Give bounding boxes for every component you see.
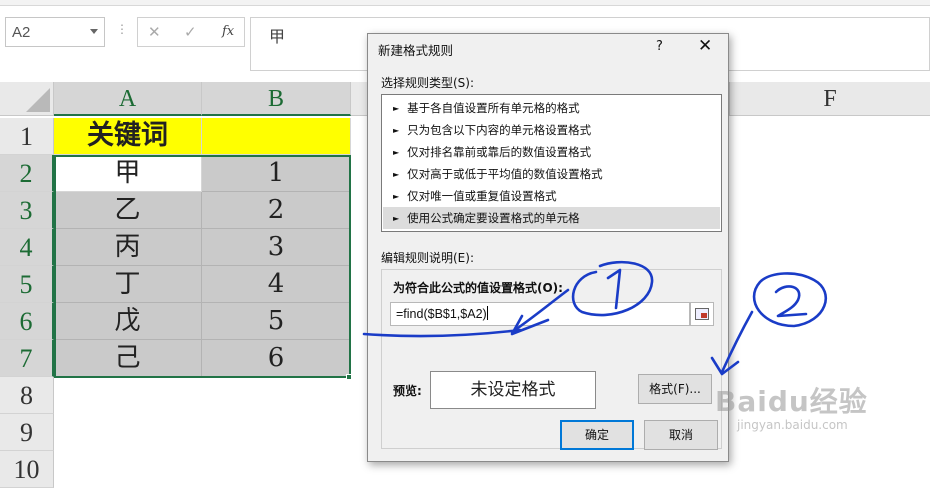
triangle-right-icon: ► [393,214,400,223]
cancel-button[interactable]: 取消 [644,420,718,450]
rule-formula-value: =find($B$1,$A2) [396,307,487,321]
row-header-5[interactable]: 5 [0,266,54,303]
cell-a2[interactable]: 甲 [54,155,202,192]
row-header-3[interactable]: 3 [0,192,54,229]
rule-type-label: 只为包含以下内容的单元格设置格式 [407,123,592,137]
column-header-b[interactable]: B [202,82,351,116]
select-rule-type-label: 选择规则类型(S): [381,76,475,90]
rule-type-list[interactable]: ► 基于各自值设置所有单元格的格式 ► 只为包含以下内容的单元格设置格式 ► 仅对排名… [381,94,722,232]
watermark-brand: Baidu经验 [715,385,868,418]
cell-b7[interactable]: 6 [202,340,351,377]
triangle-right-icon: ► [393,148,400,157]
insert-function-icon[interactable]: fx [222,24,234,39]
rule-type-label: 仅对高于或低于平均值的数值设置格式 [407,167,603,181]
row-header-7[interactable]: 7 [0,340,54,377]
help-icon[interactable]: ? [656,39,663,54]
cancel-entry-icon[interactable]: ✕ [148,23,161,41]
cell-b4[interactable]: 3 [202,229,351,266]
cell-b6[interactable]: 5 [202,303,351,340]
close-icon[interactable]: ✕ [698,36,712,56]
formula-condition-label: 为符合此公式的值设置格式(O): [393,281,563,295]
rule-type-item[interactable]: ► 基于各自值设置所有单元格的格式 [383,97,720,119]
vertical-dots-icon[interactable]: ⋮ [116,22,128,36]
row-header-10[interactable]: 10 [0,451,54,488]
preview-label: 预览: [393,384,422,398]
triangle-right-icon: ► [393,104,400,113]
chevron-down-icon[interactable] [90,29,98,34]
format-button[interactable]: 格式(F)... [638,374,712,404]
row-header-6[interactable]: 6 [0,303,54,340]
ok-button[interactable]: 确定 [560,420,634,450]
new-format-rule-dialog: 新建格式规则 ? ✕ 选择规则类型(S): ► 基于各自值设置所有单元格的格式 ►… [367,33,729,462]
range-select-icon [695,308,709,320]
formula-bar-content: 甲 [269,27,286,46]
cell-a1[interactable]: 关键词 [54,118,202,155]
cell-a6[interactable]: 戊 [54,303,202,340]
preview-box: 未设定格式 [430,371,596,409]
cell-a7[interactable]: 己 [54,340,202,377]
rule-type-item[interactable]: ► 仅对唯一值或重复值设置格式 [383,185,720,207]
collapse-dialog-button[interactable] [690,302,714,326]
rule-type-label: 仅对唯一值或重复值设置格式 [407,189,557,203]
rule-type-label: 使用公式确定要设置格式的单元格 [407,211,580,225]
triangle-right-icon: ► [393,192,400,201]
rule-type-item-selected[interactable]: ► 使用公式确定要设置格式的单元格 [383,207,720,229]
column-header-f[interactable]: F [730,82,930,116]
formula-bar-buttons: ✕ ✓ fx [137,17,245,47]
name-box[interactable]: A2 [5,17,105,47]
watermark-url: jingyan.baidu.com [737,418,848,432]
column-header-a[interactable]: A [54,82,202,116]
rule-type-item[interactable]: ► 仅对高于或低于平均值的数值设置格式 [383,163,720,185]
cell-b3[interactable]: 2 [202,192,351,229]
cell-a3[interactable]: 乙 [54,192,202,229]
name-box-value: A2 [12,24,31,41]
edit-rule-label: 编辑规则说明(E): [381,251,474,265]
row-header-4[interactable]: 4 [0,229,54,266]
cell-b5[interactable]: 4 [202,266,351,303]
row-header-9[interactable]: 9 [0,414,54,451]
toolbar-strip [0,0,930,6]
rule-formula-input[interactable]: =find($B$1,$A2) [390,302,690,326]
text-caret [486,306,488,320]
rule-type-label: 基于各自值设置所有单元格的格式 [407,101,580,115]
fill-handle[interactable] [346,374,352,380]
row-header-2[interactable]: 2 [0,155,54,192]
triangle-right-icon: ► [393,170,400,179]
rule-type-label: 仅对排名靠前或靠后的数值设置格式 [407,145,592,159]
triangle-right-icon: ► [393,126,400,135]
cell-a4[interactable]: 丙 [54,229,202,266]
rule-type-item[interactable]: ► 只为包含以下内容的单元格设置格式 [383,119,720,141]
row-header-8[interactable]: 8 [0,377,54,414]
confirm-entry-icon[interactable]: ✓ [184,23,197,41]
cell-b2[interactable]: 1 [202,155,351,192]
row-header-1[interactable]: 1 [0,118,54,155]
cell-a5[interactable]: 丁 [54,266,202,303]
select-all-corner[interactable] [0,82,54,116]
cell-b1[interactable] [202,118,351,155]
baidu-watermark: Baidu经验 jingyan.baidu.com [715,380,868,432]
rule-type-item[interactable]: ► 仅对排名靠前或靠后的数值设置格式 [383,141,720,163]
dialog-title: 新建格式规则 [378,43,454,58]
